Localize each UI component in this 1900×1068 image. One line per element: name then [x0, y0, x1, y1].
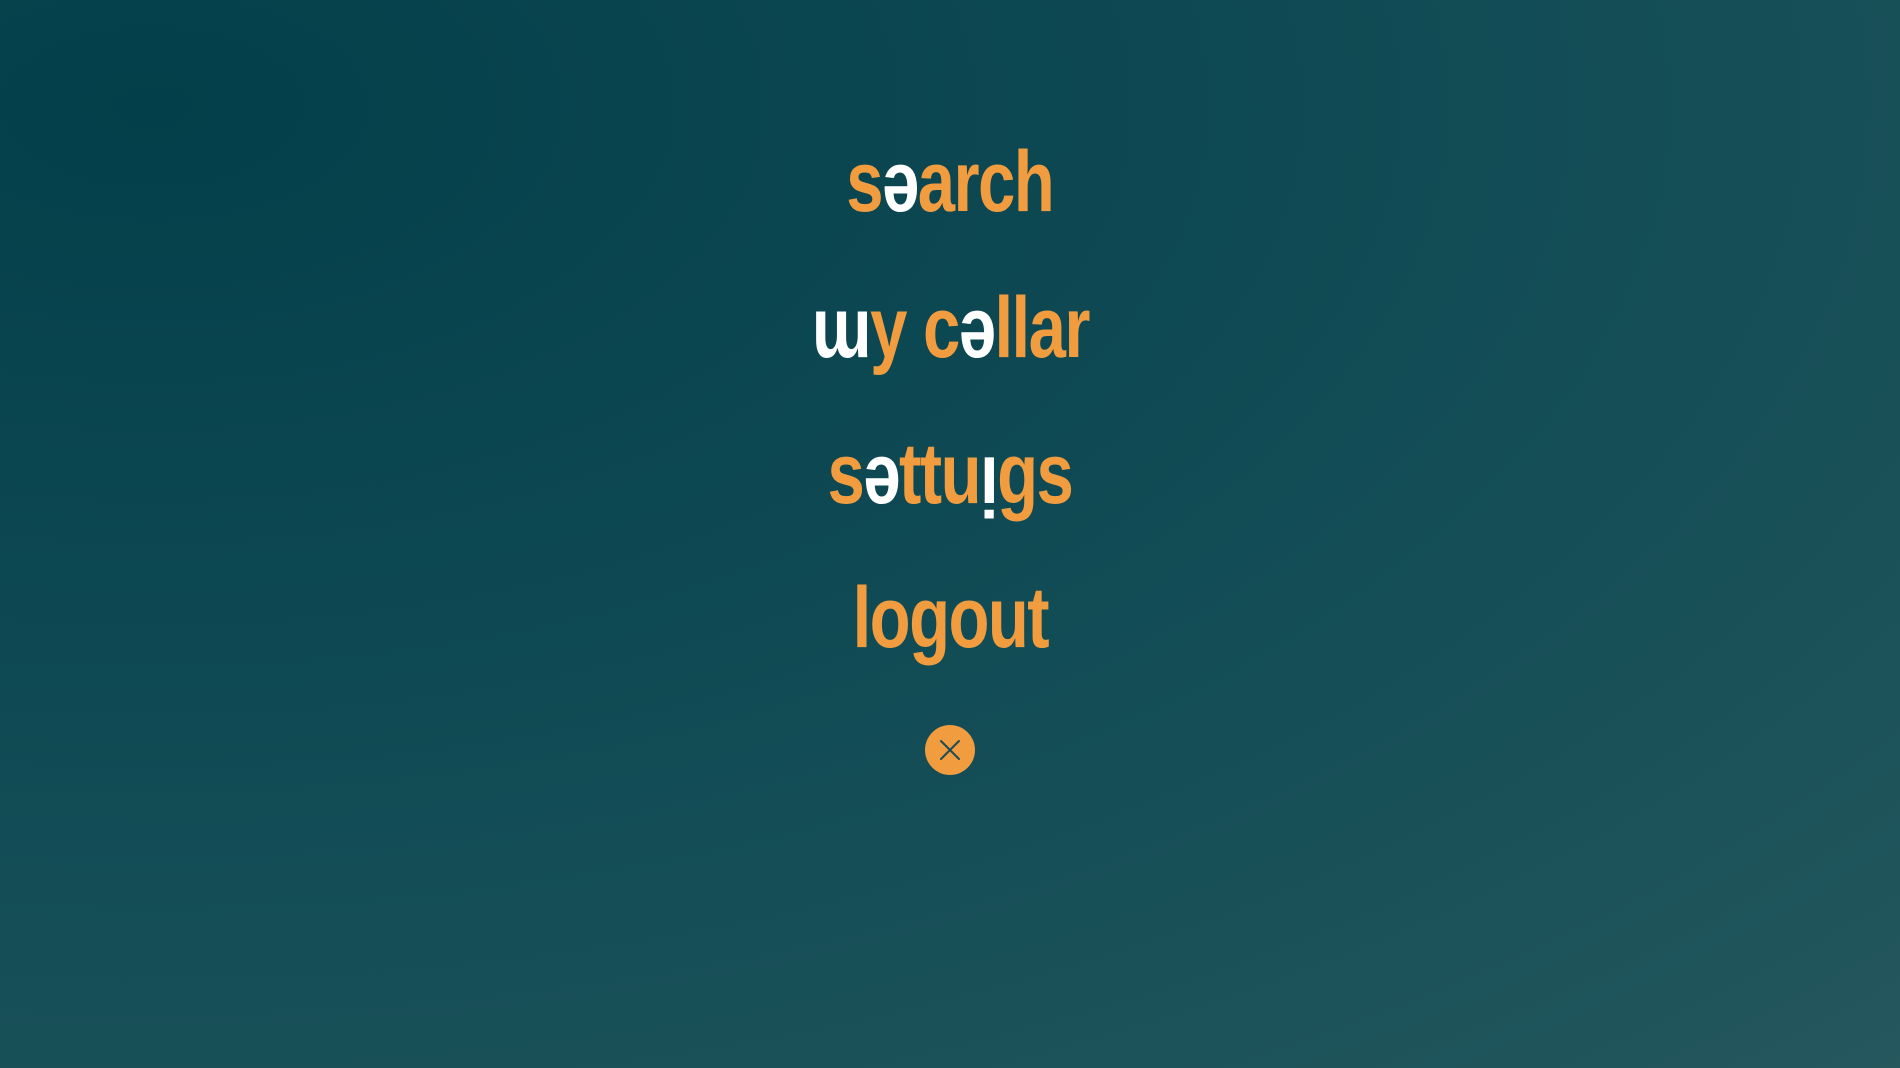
menu-item-settings-label: səttuı̣gs — [827, 426, 1074, 522]
menu-item-search-label: səarch — [846, 134, 1056, 230]
menu-item-settings[interactable]: səttuı̣gs — [0, 424, 1900, 524]
menu-item-logout-label: logout — [852, 570, 1049, 666]
menu-item-my-cellar-label: ɯy cəllar — [811, 280, 1090, 376]
menu-item-search[interactable]: səarch — [0, 132, 1900, 232]
menu-item-my-cellar[interactable]: ɯy cəllar — [0, 278, 1900, 378]
menu-item-logout[interactable]: logout — [0, 568, 1900, 668]
main-menu: səarch ɯy cəllar səttuı̣gs logout — [0, 0, 1900, 1068]
close-menu-button[interactable] — [925, 725, 975, 775]
close-icon — [940, 740, 960, 760]
